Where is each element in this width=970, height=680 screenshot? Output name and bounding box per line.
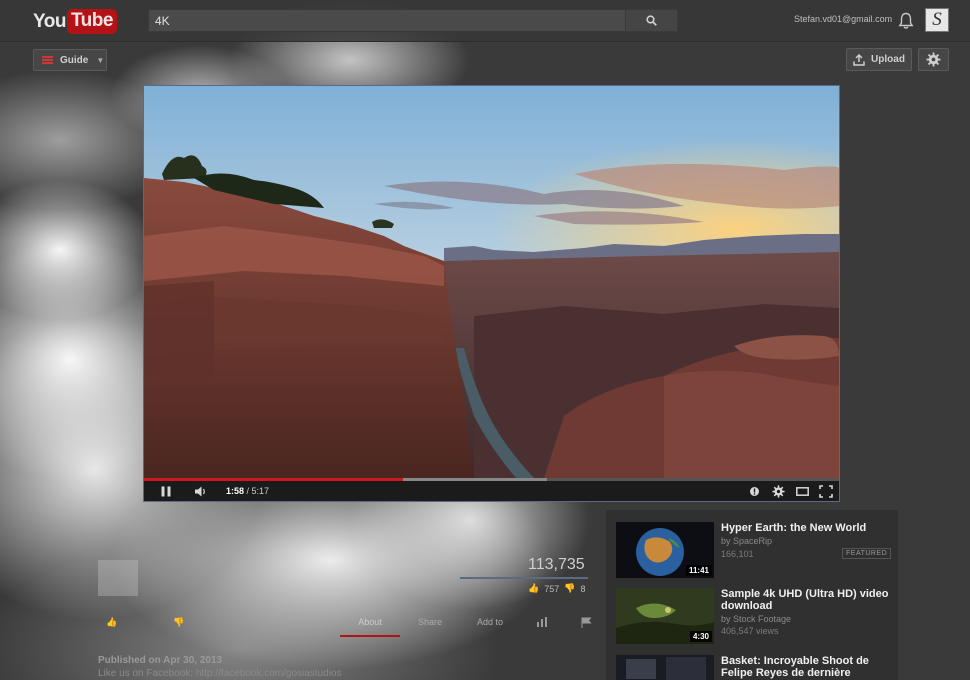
volume-icon[interactable] — [194, 486, 207, 497]
related-video-thumbnail[interactable]: 11:41 — [616, 522, 714, 578]
published-date: Published on Apr 30, 2013 — [98, 655, 223, 666]
settings-button[interactable] — [918, 48, 949, 71]
duration-badge: 11:41 — [685, 565, 712, 576]
related-video-title[interactable]: Hyper Earth: the New World — [721, 522, 893, 534]
description-line: Like us on Facebook: http://facebook.com… — [98, 668, 342, 679]
caret-down-icon: ▼ — [96, 55, 105, 65]
related-video-channel[interactable]: by SpaceRip — [721, 536, 772, 546]
thumbs-down-icon[interactable]: 👎 — [564, 583, 575, 594]
dislike-count: 8 — [580, 583, 586, 594]
related-video-views: 406,547 views — [721, 626, 779, 636]
canyon-scene — [144, 86, 839, 478]
related-videos-sidebar: 11:41 Hyper Earth: the New World by Spac… — [606, 510, 898, 680]
logo-tube: Tube — [66, 9, 117, 34]
menu-icon — [42, 56, 53, 64]
theater-mode-icon[interactable] — [796, 487, 809, 496]
upload-button[interactable]: Upload — [846, 48, 912, 71]
search-box: 4K — [148, 9, 678, 32]
youtube-logo[interactable]: You Tube — [33, 9, 117, 34]
related-video-channel[interactable]: by Stock Footage — [721, 614, 791, 624]
basket-thumbnail-image — [616, 655, 714, 680]
like-dislike: 👍 757 👎 8 — [528, 583, 585, 594]
action-tabs: About Share Add to — [340, 617, 608, 637]
duration-badge: 4:30 — [689, 631, 712, 642]
account-email[interactable]: Stefan.vd01@gmail.com — [794, 14, 892, 24]
related-video-thumbnail[interactable]: 4:30 — [616, 588, 714, 644]
bell-icon[interactable] — [898, 12, 914, 30]
player-controls: 1:58 / 5:17 — [144, 481, 839, 501]
related-video-3[interactable]: Basket: Incroyable Shoot de Felipe Reyes… — [616, 655, 896, 680]
quality-gear-icon[interactable] — [772, 485, 785, 498]
thumbs-up-icon[interactable]: 👍 — [528, 583, 539, 594]
upload-icon — [853, 53, 865, 66]
gear-icon — [926, 52, 941, 67]
tab-share[interactable]: Share — [400, 617, 460, 637]
pause-icon[interactable] — [160, 486, 172, 497]
featured-badge: FEATURED — [842, 548, 892, 559]
guide-button[interactable]: Guide ▼ — [33, 49, 107, 71]
current-time: 1:58 — [226, 486, 245, 496]
stats-icon — [537, 617, 547, 627]
search-icon — [646, 15, 657, 26]
avatar[interactable]: S — [925, 8, 949, 32]
left-action-icons: 👍 👎 — [106, 617, 184, 628]
sentiment-bar — [460, 577, 588, 579]
upload-label: Upload — [871, 54, 905, 65]
like-count: 757 — [544, 583, 560, 594]
video-player[interactable]: 1:58 / 5:17 — [143, 85, 840, 502]
video-frame[interactable] — [144, 86, 839, 478]
flag-icon — [581, 617, 592, 628]
fullscreen-icon[interactable] — [819, 485, 833, 498]
time-display: 1:58 / 5:17 — [226, 486, 269, 496]
tab-about[interactable]: About — [340, 617, 400, 637]
masthead: You Tube 4K Stefan.vd01@gmail.com S — [0, 0, 970, 42]
search-input[interactable]: 4K — [149, 10, 625, 31]
time-separator: / — [244, 486, 252, 496]
related-video-views: 166,101 — [721, 549, 754, 559]
guide-label: Guide — [60, 54, 89, 66]
tab-stats[interactable] — [520, 617, 564, 637]
annotations-icon[interactable] — [749, 486, 760, 497]
tab-report[interactable] — [564, 617, 608, 637]
logo-you: You — [33, 10, 66, 32]
related-video-title[interactable]: Basket: Incroyable Shoot de Felipe Reyes… — [721, 655, 893, 679]
like-icon[interactable]: 👍 — [106, 617, 117, 628]
search-button[interactable] — [625, 10, 677, 31]
related-video-1[interactable]: 11:41 Hyper Earth: the New World by Spac… — [616, 522, 896, 578]
total-duration: 5:17 — [251, 486, 270, 496]
view-count: 113,735 — [528, 556, 585, 573]
channel-avatar[interactable] — [98, 560, 138, 596]
tab-add-to[interactable]: Add to — [460, 617, 520, 637]
dislike-icon[interactable]: 👎 — [173, 617, 184, 628]
related-video-title[interactable]: Sample 4k UHD (Ultra HD) video download — [721, 588, 893, 612]
related-video-2[interactable]: 4:30 Sample 4k UHD (Ultra HD) video down… — [616, 588, 896, 644]
related-video-thumbnail[interactable] — [616, 655, 714, 680]
